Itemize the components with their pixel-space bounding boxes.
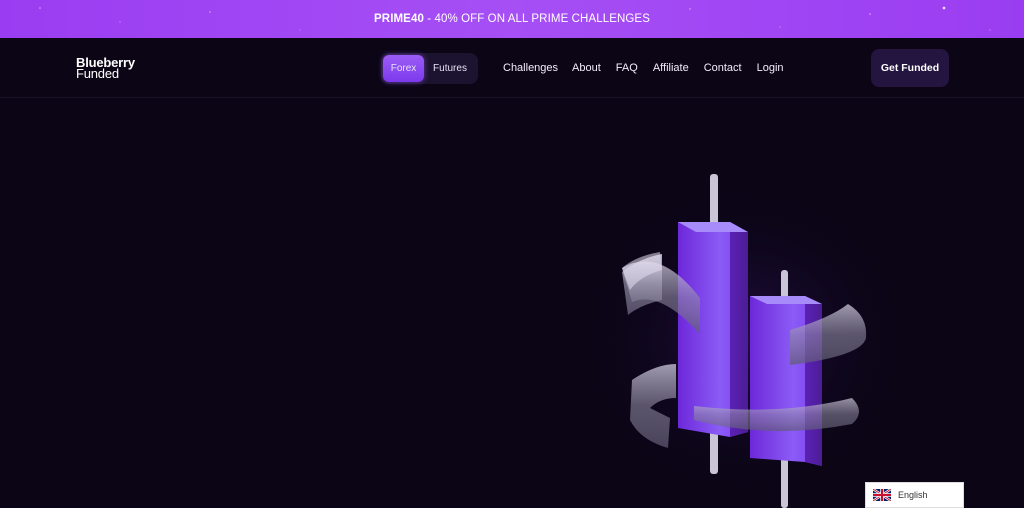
uk-flag-icon	[873, 489, 891, 501]
toggle-forex[interactable]: Forex	[383, 55, 424, 82]
brand-logo[interactable]: Blueberry Funded	[76, 56, 135, 80]
menu-contact[interactable]: Contact	[704, 62, 742, 74]
main-menu: Challenges About FAQ Affiliate Contact L…	[503, 62, 784, 74]
promo-code: PRIME40	[374, 13, 424, 25]
candlestick-illustration	[575, 174, 915, 508]
menu-about[interactable]: About	[572, 62, 601, 74]
hero-section	[0, 99, 1024, 508]
language-selector[interactable]: English	[865, 482, 964, 508]
menu-login[interactable]: Login	[757, 62, 784, 74]
toggle-futures[interactable]: Futures	[424, 55, 476, 82]
menu-affiliate[interactable]: Affiliate	[653, 62, 689, 74]
market-toggle: Forex Futures	[381, 53, 478, 84]
navbar: Blueberry Funded Forex Futures Challenge…	[0, 38, 1024, 98]
promo-text: - 40% OFF ON ALL PRIME CHALLENGES	[423, 13, 650, 25]
menu-challenges[interactable]: Challenges	[503, 62, 558, 74]
get-funded-button[interactable]: Get Funded	[871, 49, 949, 87]
language-label: English	[898, 490, 928, 500]
menu-faq[interactable]: FAQ	[616, 62, 638, 74]
promo-banner[interactable]: PRIME40 - 40% OFF ON ALL PRIME CHALLENGE…	[0, 0, 1024, 38]
